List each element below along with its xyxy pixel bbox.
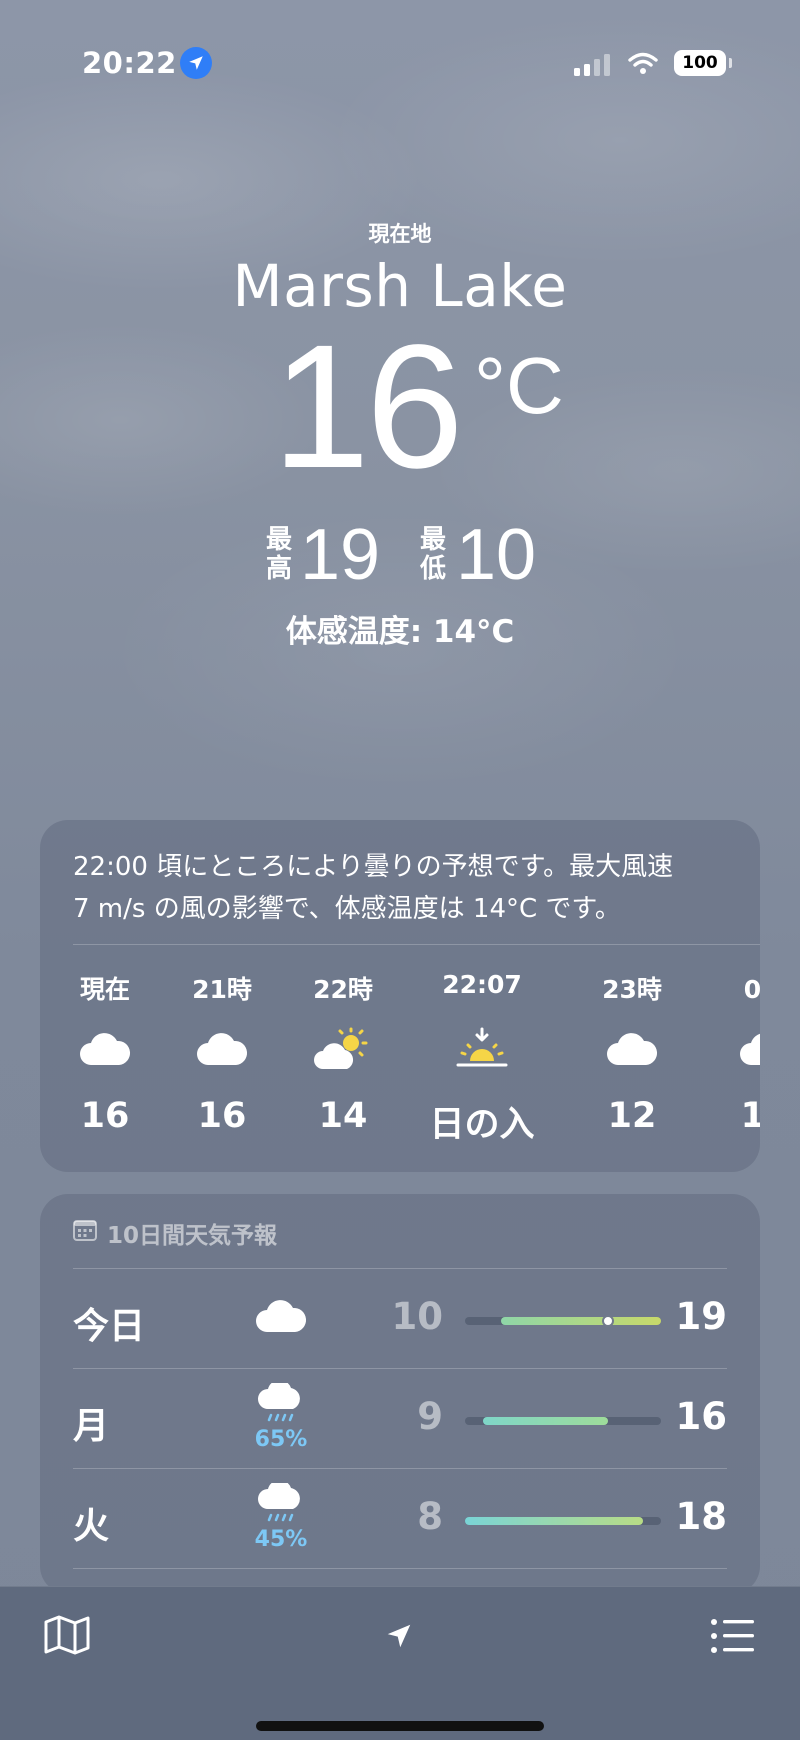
forecast-low: 9	[417, 1395, 443, 1438]
hour-temp: 16	[197, 1096, 247, 1136]
list-icon[interactable]	[710, 1617, 756, 1659]
hour-label: 現在	[79, 975, 130, 1004]
status-bar: 20:22 100	[0, 44, 800, 84]
cloud-icon	[700, 1004, 760, 1094]
weather-summary: 22:00 頃にところにより曇りの予想です。最大風速 7 m/s の風の影響で、…	[73, 846, 753, 930]
current-temperature: 16 °C	[0, 309, 800, 505]
current-location-label: 現在地	[368, 222, 432, 246]
hour-item: 21時 16	[157, 970, 287, 1136]
hour-item: 0時 11	[700, 970, 760, 1136]
wifi-icon	[628, 52, 658, 80]
bottom-toolbar	[0, 1586, 800, 1740]
hour-label: 23時	[602, 975, 662, 1004]
hour-label: 0時	[743, 975, 760, 1004]
forecast-high: 19	[675, 1295, 728, 1338]
rain-cloud-icon: 45%	[241, 1479, 321, 1552]
low-value: 10	[456, 515, 537, 595]
temperature-value: 16	[272, 309, 464, 505]
hour-temp: 16	[80, 1096, 130, 1136]
rain-cloud-icon: 65%	[241, 1379, 321, 1452]
hour-label: 22:07	[442, 970, 522, 999]
forecast-row[interactable]: 火 45% 8 18	[73, 1468, 727, 1568]
location-arrow-icon[interactable]	[384, 1621, 414, 1655]
temperature-range-bar	[465, 1315, 661, 1327]
forecast-high: 18	[675, 1495, 728, 1538]
temperature-range-bar	[465, 1517, 661, 1525]
home-indicator	[256, 1721, 544, 1731]
map-icon[interactable]	[44, 1615, 90, 1659]
cellular-signal-icon	[574, 54, 610, 76]
hour-item: 22:07 日の入	[402, 970, 562, 1147]
feels-like: 体感温度: 14°C	[285, 614, 515, 650]
location-arrow-icon	[180, 47, 212, 79]
current-temp-dot	[601, 1315, 614, 1327]
hour-item: 23時 12	[567, 970, 697, 1136]
hour-temp: 14	[318, 1096, 368, 1136]
forecast-day: 今日	[73, 1306, 146, 1347]
cloud-icon	[241, 1283, 321, 1337]
calendar-icon	[73, 1219, 97, 1247]
high-low: 最高 19 最低 10	[0, 515, 800, 595]
hourly-forecast-card[interactable]: 22:00 頃にところにより曇りの予想です。最大風速 7 m/s の風の影響で、…	[40, 820, 760, 1172]
temperature-range-fill	[482, 1417, 608, 1425]
sunset-icon	[402, 1004, 562, 1094]
ten-day-forecast-card[interactable]: 10日間天気予報 今日 10 19 月 65% 9 16 火 45% 8 18	[40, 1194, 760, 1594]
hour-label: 21時	[192, 975, 252, 1004]
forecast-day: 月	[73, 1406, 110, 1447]
forecast-low: 8	[417, 1495, 443, 1538]
summary-line-1: 22:00 頃にところにより曇りの予想です。最大風速	[73, 852, 674, 882]
cloud-icon	[567, 1004, 697, 1094]
hour-temp: 12	[607, 1096, 657, 1136]
forecast-low: 10	[391, 1295, 444, 1338]
hour-temp: 11	[740, 1096, 760, 1136]
temperature-range-fill	[500, 1317, 661, 1325]
precip-chance: 45%	[254, 1527, 308, 1552]
sunset-label: 日の入	[429, 1105, 535, 1145]
forecast-high: 16	[675, 1395, 728, 1438]
battery-icon: 100	[674, 50, 732, 76]
low-label: 最低	[419, 525, 446, 584]
forecast-title: 10日間天気予報	[107, 1223, 278, 1249]
status-time: 20:22	[82, 46, 177, 80]
forecast-row[interactable]: 今日 10 19	[73, 1268, 727, 1368]
high-label: 最高	[265, 525, 292, 584]
temperature-range-bar	[465, 1417, 661, 1425]
temperature-unit: °C	[474, 341, 564, 430]
cloud-icon	[157, 1004, 287, 1094]
temperature-range-fill	[465, 1517, 644, 1525]
cloud-icon	[40, 1004, 170, 1094]
forecast-day: 火	[73, 1506, 110, 1547]
forecast-header: 10日間天気予報	[73, 1216, 277, 1250]
forecast-row[interactable]: 月 65% 9 16	[73, 1368, 727, 1468]
hour-label: 22時	[313, 975, 373, 1004]
hour-item: 現在 16	[40, 970, 170, 1136]
partly-sunny-icon	[278, 1004, 408, 1094]
precip-chance: 65%	[254, 1427, 308, 1452]
high-value: 19	[300, 515, 381, 595]
divider	[73, 944, 760, 945]
hour-item: 22時 14	[278, 970, 408, 1136]
summary-line-2: 7 m/s の風の影響で、体感温度は 14°C です。	[73, 894, 621, 924]
